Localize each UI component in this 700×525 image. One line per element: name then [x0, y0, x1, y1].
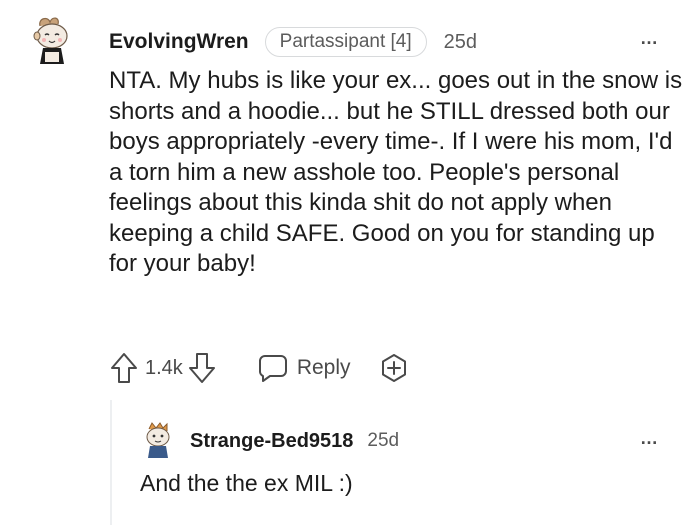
comment-bubble-icon — [257, 352, 289, 384]
comment-age[interactable]: 25d — [367, 430, 399, 452]
comment-header: Strange-Bed9518 25d — [190, 428, 399, 454]
more-options-icon[interactable]: … — [640, 28, 659, 49]
more-options-icon[interactable]: … — [640, 428, 659, 449]
comment-actions: 1.4k Reply — [109, 348, 409, 388]
avatar[interactable] — [140, 420, 176, 460]
upvote-icon[interactable] — [109, 351, 139, 385]
vote-count: 1.4k — [145, 356, 183, 379]
reply-label: Reply — [296, 356, 351, 379]
comment-body: NTA. My hubs is like your ex... goes out… — [109, 67, 683, 277]
downvote-icon[interactable] — [187, 351, 217, 385]
comment-age[interactable]: 25d — [444, 31, 477, 54]
author-name[interactable]: Strange-Bed9518 — [190, 430, 353, 453]
comment-body: And the the ex MIL :) — [140, 470, 353, 496]
reply-button[interactable]: Reply — [257, 352, 351, 384]
award-icon[interactable] — [379, 353, 409, 383]
thread-line[interactable] — [110, 400, 112, 525]
avatar[interactable] — [26, 14, 78, 66]
author-name[interactable]: EvolvingWren — [109, 30, 249, 54]
comment-header: EvolvingWren Partassipant [4] 25d — [109, 26, 477, 58]
user-flair: Partassipant [4] — [264, 27, 427, 57]
